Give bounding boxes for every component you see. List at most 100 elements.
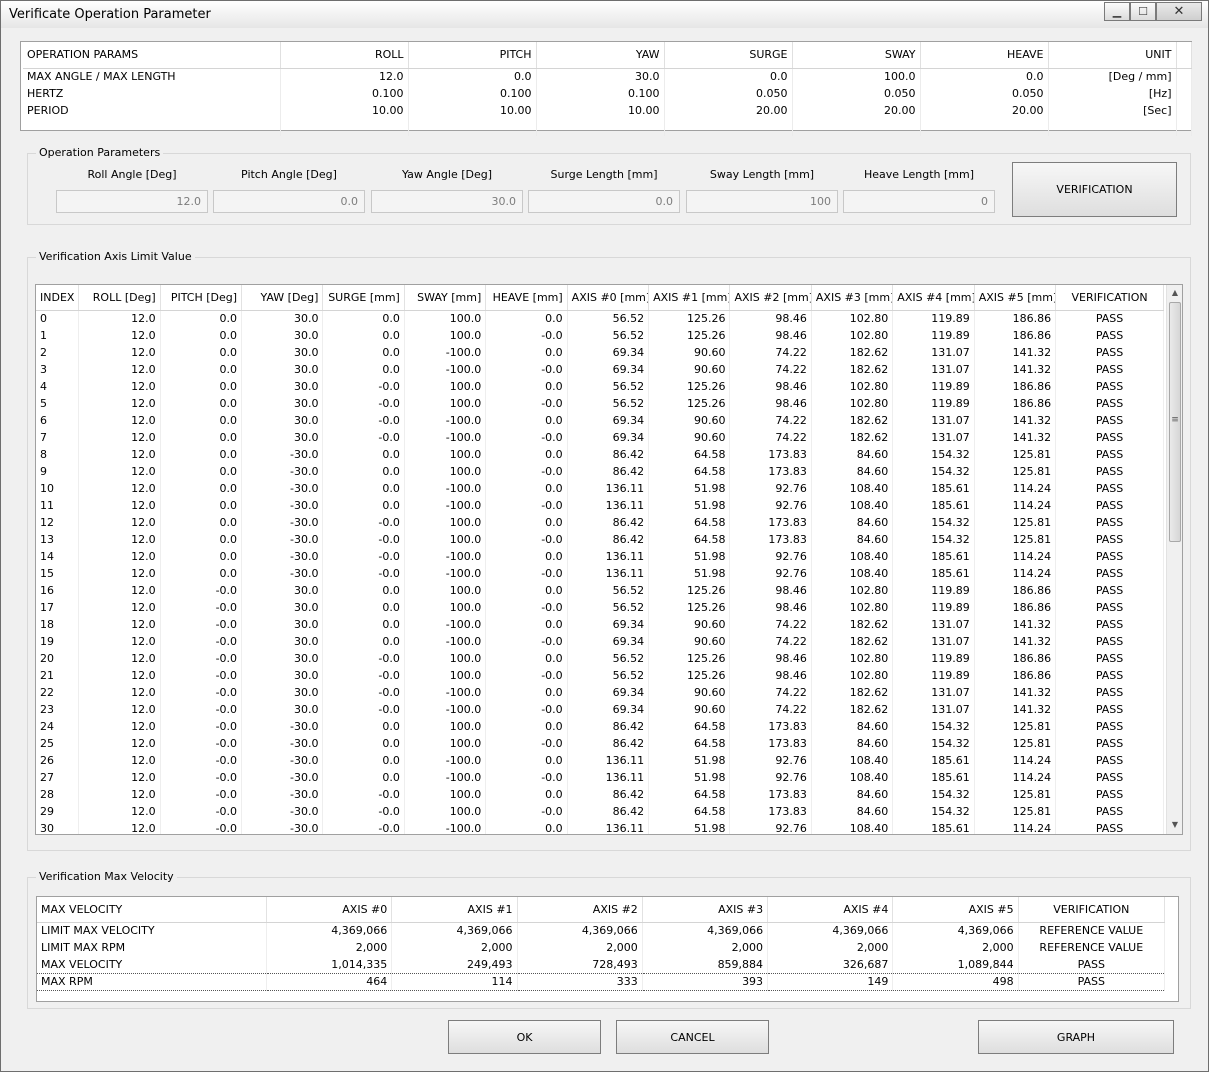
verification-button[interactable]: VERIFICATION bbox=[1012, 162, 1177, 217]
axis-row[interactable]: 11 12.0 0.0 -30.0 0.0 -100.0 -0.0 136.11 51.98 92… bbox=[36, 497, 1164, 514]
velocity-row[interactable]: LIMIT MAX VELOCITY 4,369,066 4,369,066 4,36… bbox=[37, 922, 1166, 939]
axis-table-scrollbar[interactable]: ▲ ≡ ▼ bbox=[1166, 285, 1182, 834]
velocity-header-4[interactable]: AXIS #3 bbox=[642, 897, 769, 923]
axis-header-13[interactable]: VERIFICATION bbox=[1055, 285, 1164, 311]
axis-row[interactable]: 10 12.0 0.0 -30.0 0.0 -100.0 0.0 136.11 51.98 92.… bbox=[36, 480, 1164, 497]
axis-row[interactable]: 23 12.0 -0.0 30.0 -0.0 -100.0 -0.0 69.34 90.60 74… bbox=[36, 701, 1164, 718]
velocity-header-6[interactable]: AXIS #5 bbox=[892, 897, 1019, 923]
axis-row[interactable]: 15 12.0 0.0 -30.0 -0.0 -100.0 -0.0 136.11 51.98 9… bbox=[36, 565, 1164, 582]
axis-header-1[interactable]: ROLL [Deg] bbox=[78, 285, 161, 311]
axis-row[interactable]: 2 12.0 0.0 30.0 0.0 -100.0 0.0 69.34 90.60 74.22 1… bbox=[36, 344, 1164, 361]
graph-button[interactable]: GRAPH bbox=[978, 1020, 1174, 1054]
scroll-up-icon[interactable]: ▲ bbox=[1167, 288, 1182, 297]
op-header-6[interactable]: HEAVE bbox=[920, 42, 1049, 69]
velocity-header-7[interactable]: VERIFICATION bbox=[1018, 897, 1166, 923]
axis-header-7[interactable]: AXIS #0 [mm] bbox=[567, 285, 650, 311]
op-header-2[interactable]: PITCH bbox=[408, 42, 537, 69]
field-input-0[interactable]: 12.0 bbox=[56, 190, 208, 213]
axis-cell: 30.0 bbox=[241, 344, 324, 361]
axis-header-12[interactable]: AXIS #5 [mm] bbox=[974, 285, 1057, 311]
axis-row[interactable]: 27 12.0 -0.0 -30.0 0.0 -100.0 -0.0 136.11 51.98 9… bbox=[36, 769, 1164, 786]
axis-row[interactable]: 8 12.0 0.0 -30.0 0.0 100.0 0.0 86.42 64.58 173.83… bbox=[36, 446, 1164, 463]
axis-row[interactable]: 19 12.0 -0.0 30.0 0.0 -100.0 -0.0 69.34 90.60 74.… bbox=[36, 633, 1164, 650]
axis-row[interactable]: 13 12.0 0.0 -30.0 -0.0 100.0 -0.0 86.42 64.58 173… bbox=[36, 531, 1164, 548]
maximize-icon[interactable]: ☐ bbox=[1130, 2, 1156, 21]
axis-row[interactable]: 17 12.0 -0.0 30.0 0.0 100.0 -0.0 56.52 125.26 98.… bbox=[36, 599, 1164, 616]
axis-row[interactable]: 28 12.0 -0.0 -30.0 -0.0 100.0 0.0 86.42 64.58 173… bbox=[36, 786, 1164, 803]
axis-row[interactable]: 7 12.0 0.0 30.0 -0.0 -100.0 -0.0 69.34 90.60 74.2… bbox=[36, 429, 1164, 446]
scroll-down-icon[interactable]: ▼ bbox=[1167, 820, 1182, 829]
velocity-header-0[interactable]: MAX VELOCITY bbox=[37, 897, 267, 923]
dialog-window: Verificate Operation Parameter ▁ ☐ ✕ OPE… bbox=[0, 0, 1209, 1072]
axis-row[interactable]: 5 12.0 0.0 30.0 -0.0 100.0 -0.0 56.52 125.26 98.4… bbox=[36, 395, 1164, 412]
axis-row[interactable]: 0 12.0 0.0 30.0 0.0 100.0 0.0 56.52 125.26 98.46 1… bbox=[36, 310, 1164, 327]
op-header-0[interactable]: OPERATION PARAMS bbox=[23, 42, 281, 69]
velocity-header-2[interactable]: AXIS #1 bbox=[391, 897, 518, 923]
cancel-button[interactable]: CANCEL bbox=[616, 1020, 769, 1054]
op-row[interactable]: HERTZ 0.100 0.100 0.100 0.050 0.050 0.050 [Hz] bbox=[23, 85, 1192, 102]
velocity-row[interactable]: MAX VELOCITY 1,014,335 249,493 728,493 859,8… bbox=[37, 956, 1166, 973]
axis-row[interactable]: 14 12.0 0.0 -30.0 -0.0 -100.0 0.0 136.11 51.98 92… bbox=[36, 548, 1164, 565]
axis-header-10[interactable]: AXIS #3 [mm] bbox=[811, 285, 894, 311]
field-input-2[interactable]: 30.0 bbox=[371, 190, 523, 213]
axis-row[interactable]: 9 12.0 0.0 -30.0 0.0 100.0 -0.0 86.42 64.58 173.8… bbox=[36, 463, 1164, 480]
axis-cell: -0.0 bbox=[322, 786, 405, 803]
axis-cell: -0.0 bbox=[485, 633, 568, 650]
axis-row[interactable]: 12 12.0 0.0 -30.0 -0.0 100.0 0.0 86.42 64.58 173.… bbox=[36, 514, 1164, 531]
axis-cell: 114.24 bbox=[974, 752, 1057, 769]
axis-cell: 64.58 bbox=[648, 718, 731, 735]
op-cell-empty bbox=[1048, 119, 1177, 136]
field-input-1[interactable]: 0.0 bbox=[213, 190, 365, 213]
velocity-header-3[interactable]: AXIS #2 bbox=[517, 897, 643, 923]
axis-header-3[interactable]: YAW [Deg] bbox=[241, 285, 324, 311]
field-input-4[interactable]: 100 bbox=[686, 190, 838, 213]
axis-row[interactable]: 22 12.0 -0.0 30.0 -0.0 -100.0 0.0 69.34 90.60 74.… bbox=[36, 684, 1164, 701]
axis-row[interactable]: 29 12.0 -0.0 -30.0 -0.0 100.0 -0.0 86.42 64.58 17… bbox=[36, 803, 1164, 820]
op-cell: [Sec] bbox=[1048, 102, 1177, 119]
axis-cell: 173.83 bbox=[729, 803, 812, 820]
velocity-row[interactable]: MAX RPM 464 114 333 393 149 498 PASS bbox=[37, 972, 1166, 991]
axis-header-11[interactable]: AXIS #4 [mm] bbox=[892, 285, 975, 311]
axis-row[interactable]: 4 12.0 0.0 30.0 -0.0 100.0 0.0 56.52 125.26 98.46… bbox=[36, 378, 1164, 395]
axis-row[interactable]: 24 12.0 -0.0 -30.0 0.0 100.0 0.0 86.42 64.58 173.… bbox=[36, 718, 1164, 735]
velocity-header-1[interactable]: AXIS #0 bbox=[266, 897, 393, 923]
field-input-3[interactable]: 0.0 bbox=[528, 190, 680, 213]
op-header-1[interactable]: ROLL bbox=[280, 42, 409, 69]
axis-row[interactable]: 6 12.0 0.0 30.0 -0.0 -100.0 0.0 69.34 90.60 74.22… bbox=[36, 412, 1164, 429]
axis-header-4[interactable]: SURGE [mm] bbox=[322, 285, 405, 311]
axis-cell: -0.0 bbox=[322, 667, 405, 684]
axis-header-6[interactable]: HEAVE [mm] bbox=[485, 285, 568, 311]
op-header-5[interactable]: SWAY bbox=[792, 42, 921, 69]
axis-header-2[interactable]: PITCH [Deg] bbox=[160, 285, 243, 311]
op-row[interactable]: PERIOD 10.00 10.00 10.00 20.00 20.00 20.00 [Sec… bbox=[23, 102, 1192, 119]
axis-header-9[interactable]: AXIS #2 [mm] bbox=[729, 285, 812, 311]
axis-cell: 92.76 bbox=[729, 548, 812, 565]
op-row[interactable]: MAX ANGLE / MAX LENGTH 12.0 0.0 30.0 0.0 100.… bbox=[23, 68, 1192, 85]
axis-row[interactable]: 25 12.0 -0.0 -30.0 0.0 100.0 -0.0 86.42 64.58 173… bbox=[36, 735, 1164, 752]
velocity-row[interactable]: LIMIT MAX RPM 2,000 2,000 2,000 2,000 2,000 2,… bbox=[37, 939, 1166, 956]
op-header-3[interactable]: YAW bbox=[536, 42, 665, 69]
axis-header-8[interactable]: AXIS #1 [mm] bbox=[648, 285, 731, 311]
close-icon[interactable]: ✕ bbox=[1156, 2, 1202, 21]
axis-row[interactable]: 1 12.0 0.0 30.0 0.0 100.0 -0.0 56.52 125.26 98.46… bbox=[36, 327, 1164, 344]
ok-button[interactable]: OK bbox=[448, 1020, 601, 1054]
axis-row[interactable]: 21 12.0 -0.0 30.0 -0.0 100.0 -0.0 56.52 125.26 98… bbox=[36, 667, 1164, 684]
axis-cell: PASS bbox=[1055, 769, 1164, 786]
axis-row[interactable]: 16 12.0 -0.0 30.0 0.0 100.0 0.0 56.52 125.26 98.4… bbox=[36, 582, 1164, 599]
minimize-icon[interactable]: ▁ bbox=[1104, 2, 1130, 21]
velocity-header-5[interactable]: AXIS #4 bbox=[767, 897, 894, 923]
field-input-5[interactable]: 0 bbox=[843, 190, 995, 213]
axis-header-5[interactable]: SWAY [mm] bbox=[404, 285, 487, 311]
axis-cell: -100.0 bbox=[404, 633, 487, 650]
axis-row[interactable]: 18 12.0 -0.0 30.0 0.0 -100.0 0.0 69.34 90.60 74.2… bbox=[36, 616, 1164, 633]
axis-cell: 185.61 bbox=[892, 548, 975, 565]
axis-cell: 154.32 bbox=[892, 531, 975, 548]
axis-row[interactable]: 30 12.0 -0.0 -30.0 -0.0 -100.0 0.0 136.11 51.98 9… bbox=[36, 820, 1164, 834]
axis-header-0[interactable]: INDEX bbox=[36, 285, 80, 311]
axis-cell: 125.81 bbox=[974, 803, 1057, 820]
axis-row[interactable]: 3 12.0 0.0 30.0 0.0 -100.0 -0.0 69.34 90.60 74.22… bbox=[36, 361, 1164, 378]
op-header-4[interactable]: SURGE bbox=[664, 42, 793, 69]
op-header-7[interactable]: UNIT bbox=[1048, 42, 1177, 69]
axis-row[interactable]: 20 12.0 -0.0 30.0 -0.0 100.0 0.0 56.52 125.26 98.… bbox=[36, 650, 1164, 667]
axis-row[interactable]: 26 12.0 -0.0 -30.0 0.0 -100.0 0.0 136.11 51.98 92… bbox=[36, 752, 1164, 769]
